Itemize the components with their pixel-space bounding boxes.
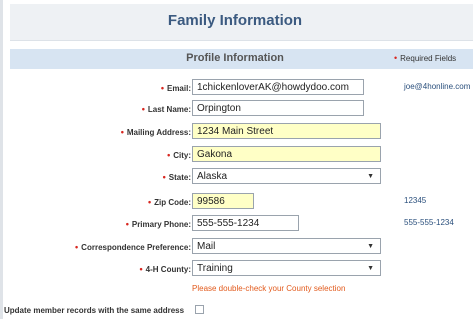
county-select[interactable]: Training ▼ <box>192 260 381 276</box>
required-dot-icon: • <box>160 83 164 93</box>
required-fields-note: • Required Fields <box>394 53 456 63</box>
correspondence-preference-selected-value: Mail <box>197 241 216 252</box>
city-field[interactable]: Gakona <box>192 146 381 162</box>
required-dot-icon: • <box>75 242 79 252</box>
required-dot-icon: • <box>125 219 129 229</box>
previous-zip-code-value: 12345 <box>404 196 427 205</box>
county-label: • 4-H County: <box>139 264 191 274</box>
zip-code-label: • Zip Code: <box>147 197 191 207</box>
chevron-down-icon: ▼ <box>367 265 374 272</box>
zip-code-field[interactable]: 99586 <box>192 193 254 209</box>
required-dot-icon: • <box>394 53 398 63</box>
email-label: • Email: <box>160 83 191 93</box>
last-name-field[interactable]: Orpington <box>192 100 364 116</box>
primary-phone-field[interactable]: 555-555-1234 <box>192 215 299 231</box>
last-name-label: • Last Name: <box>141 104 191 114</box>
required-dot-icon: • <box>167 150 171 160</box>
required-dot-icon: • <box>147 197 152 207</box>
state-select[interactable]: Alaska ▼ <box>192 168 381 184</box>
section-title: Profile Information <box>186 52 284 64</box>
email-field[interactable]: 1chickenloverAK@howdydoo.com <box>192 79 364 95</box>
correspondence-preference-label: • Correspondence Preference: <box>75 242 191 252</box>
required-dot-icon: • <box>162 172 166 182</box>
page-header: Family Information <box>10 4 473 41</box>
chevron-down-icon: ▼ <box>367 173 374 180</box>
chevron-down-icon: ▼ <box>367 243 374 250</box>
update-member-records-label: Update member records with the same addr… <box>4 306 185 315</box>
required-dot-icon: • <box>141 104 145 114</box>
mailing-address-label: • Mailing Address: <box>120 127 191 137</box>
section-header: Profile Information • Required Fields <box>10 49 473 69</box>
county-warning-message: Please double-check your County selectio… <box>192 284 346 293</box>
county-selected-value: Training <box>197 263 233 274</box>
required-dot-icon: • <box>139 264 143 274</box>
update-member-records-checkbox[interactable] <box>195 305 204 314</box>
city-label: • City: <box>167 150 191 160</box>
state-selected-value: Alaska <box>197 171 228 182</box>
previous-primary-phone-value: 555-555-1234 <box>404 218 454 227</box>
primary-phone-label: • Primary Phone: <box>125 219 191 229</box>
previous-email-value: joe@4honline.com <box>404 82 471 91</box>
required-fields-label: Required Fields <box>400 54 457 63</box>
state-label: • State: <box>162 172 191 182</box>
page-title: Family Information <box>167 12 303 29</box>
left-rule <box>0 0 3 319</box>
mailing-address-field[interactable]: 1234 Main Street <box>192 123 381 139</box>
correspondence-preference-select[interactable]: Mail ▼ <box>192 238 381 254</box>
required-dot-icon: • <box>120 127 124 137</box>
